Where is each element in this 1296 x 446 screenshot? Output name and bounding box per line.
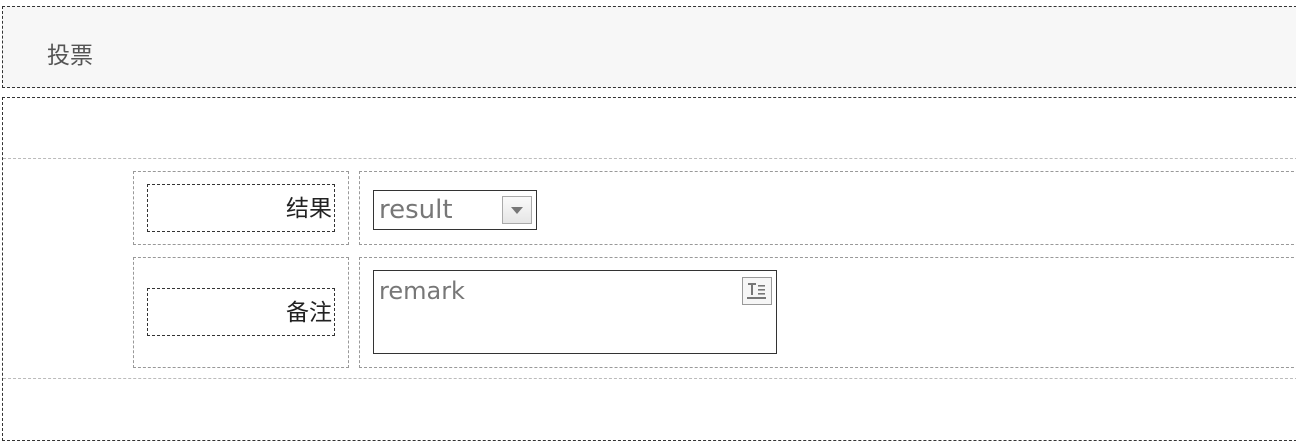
result-select[interactable]: result <box>373 190 537 230</box>
remark-textarea-value: remark <box>379 277 465 305</box>
result-select-value: result <box>379 195 453 225</box>
panel-title: 投票 <box>47 43 93 69</box>
remark-label: 备注 <box>147 288 335 336</box>
result-label: 结果 <box>147 184 335 232</box>
remark-textarea[interactable]: remark <box>373 270 777 354</box>
chevron-down-icon[interactable] <box>502 196 532 224</box>
panel-header: 投票 <box>2 6 1296 88</box>
text-field-icon <box>742 277 772 305</box>
